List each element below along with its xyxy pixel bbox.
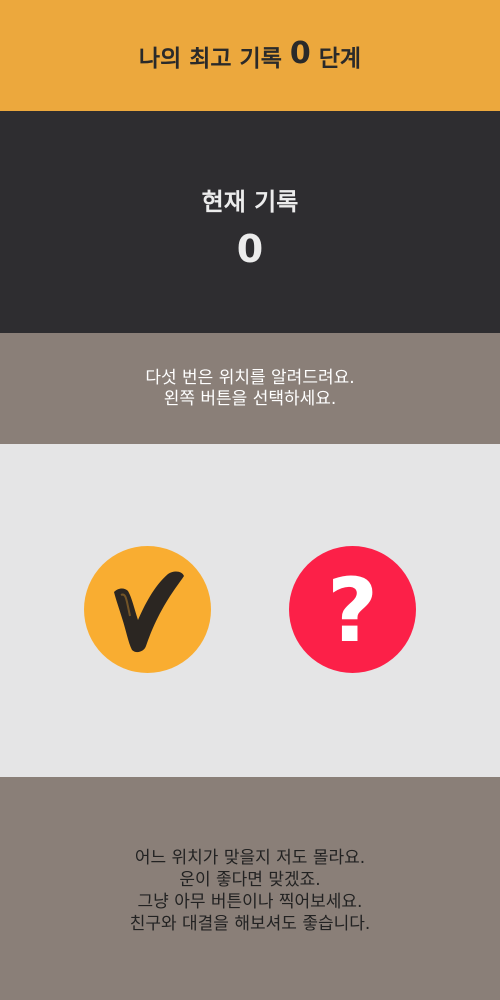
hint-line: 친구와 대결을 해보셔도 좋습니다. [129, 913, 371, 934]
best-record-value: 0 [289, 36, 311, 71]
current-record-label: 현재 기록 [201, 187, 299, 216]
question-mark-icon: ? [326, 558, 379, 662]
play-area: ? [0, 444, 500, 777]
hint-line: 운이 좋다면 맞겠죠. [179, 869, 321, 890]
instruction-line: 왼쪽 버튼을 선택하세요. [163, 388, 337, 409]
game-screen: 나의 최고 기록 0 단계 현재 기록 0 다섯 번은 위치를 알려드려요. 왼… [0, 0, 500, 1000]
question-button[interactable]: ? [289, 546, 416, 673]
hint-line: 어느 위치가 맞을지 저도 몰라요. [134, 847, 366, 868]
hint-line: 그냥 아무 버튼이나 찍어보세요. [137, 891, 363, 912]
checkmark-icon [114, 571, 184, 653]
current-record-value: 0 [236, 226, 264, 271]
best-record-suffix: 단계 [318, 45, 362, 72]
best-record-bar: 나의 최고 기록 0 단계 [0, 0, 500, 111]
current-record-panel: 현재 기록 0 [0, 111, 500, 333]
check-button[interactable] [84, 546, 211, 673]
instruction-panel: 다섯 번은 위치를 알려드려요. 왼쪽 버튼을 선택하세요. [0, 333, 500, 444]
instruction-line: 다섯 번은 위치를 알려드려요. [145, 367, 355, 388]
best-record-prefix: 나의 최고 기록 [138, 45, 282, 72]
hint-panel: 어느 위치가 맞을지 저도 몰라요. 운이 좋다면 맞겠죠. 그냥 아무 버튼이… [0, 777, 500, 1000]
